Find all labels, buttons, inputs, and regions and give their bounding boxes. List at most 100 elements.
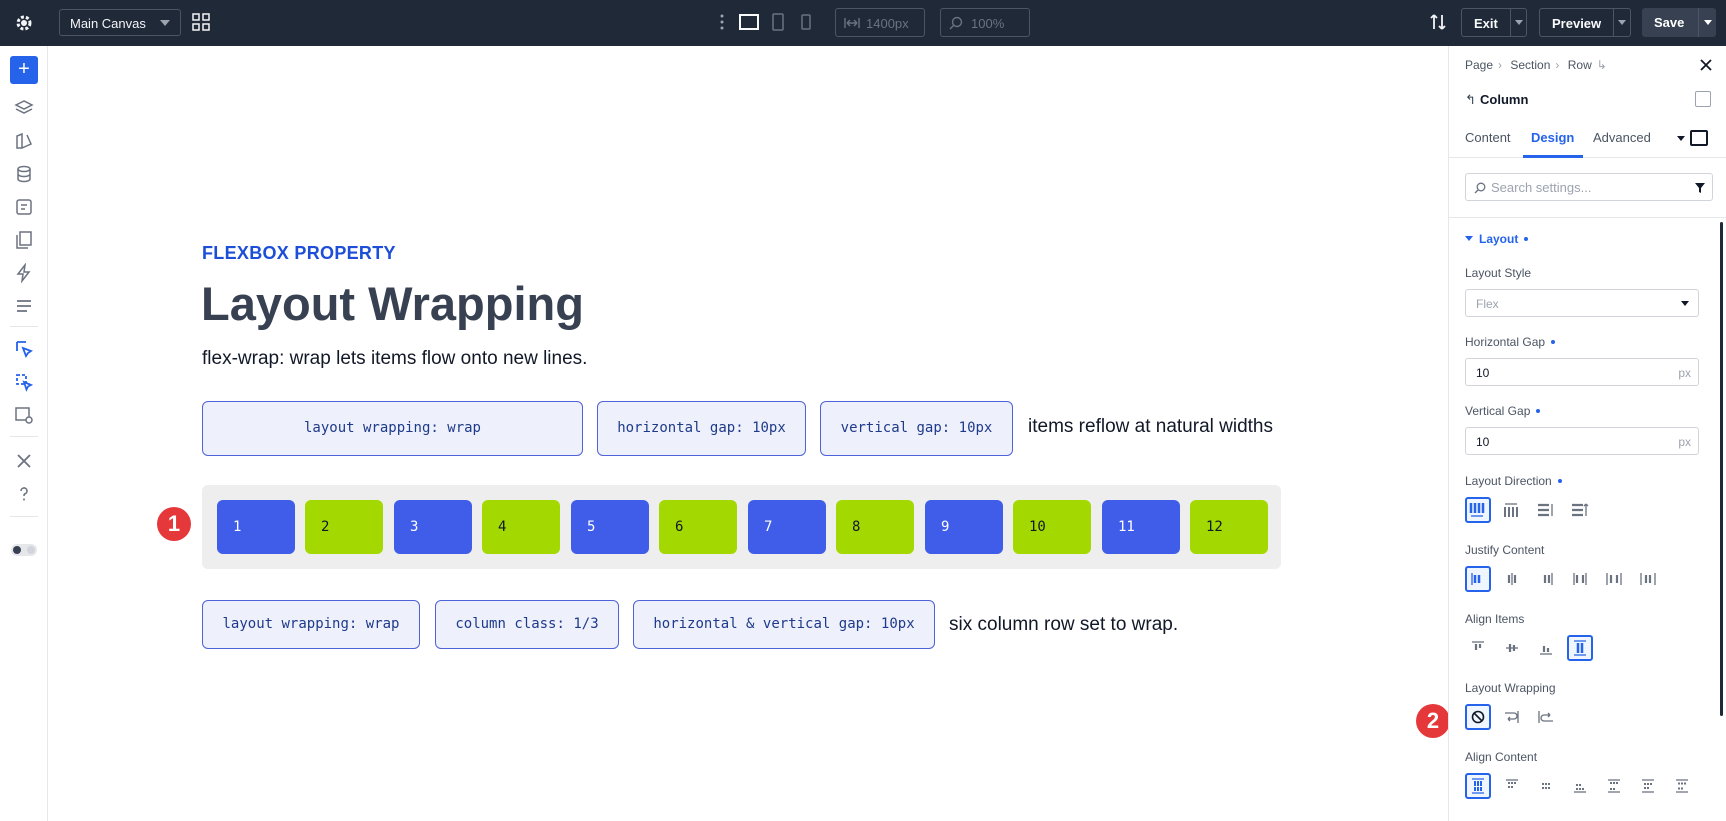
list-icon[interactable] <box>14 296 34 316</box>
help-icon[interactable] <box>14 484 34 504</box>
design-library-icon[interactable] <box>14 131 34 151</box>
layout-style-select[interactable]: Flex <box>1465 289 1699 317</box>
more-vertical-icon[interactable] <box>718 12 726 32</box>
preview-dropdown-icon[interactable] <box>1618 20 1626 25</box>
preview-button-label: Preview <box>1552 16 1602 31</box>
desktop-icon[interactable] <box>738 12 760 32</box>
flex-row-reverse-icon <box>1504 503 1518 517</box>
forms-icon[interactable] <box>14 197 34 217</box>
demo-item[interactable]: 3 <box>394 500 472 554</box>
demo-item[interactable]: 11 <box>1102 500 1180 554</box>
align-content-space-evenly-option[interactable] <box>1669 773 1695 799</box>
justify-space-between-option[interactable] <box>1567 566 1593 592</box>
chevron-down-icon[interactable] <box>1677 136 1685 141</box>
phone-icon[interactable] <box>795 12 817 32</box>
breadcrumb-row[interactable]: Row <box>1568 58 1592 72</box>
direction-row-option[interactable] <box>1465 497 1491 523</box>
align-content-end-icon <box>1574 784 1586 793</box>
align-content-center-icon <box>1542 783 1550 789</box>
align-content-center-option[interactable] <box>1533 773 1559 799</box>
wrap-option[interactable] <box>1499 704 1525 730</box>
search-settings-input[interactable]: Search settings... <box>1465 173 1713 201</box>
add-element-button[interactable]: + <box>10 56 38 84</box>
preview-button[interactable]: Preview <box>1539 8 1631 37</box>
demo-item[interactable]: 7 <box>748 500 826 554</box>
tag-top-label: horizontal gap: 10px <box>617 420 786 436</box>
save-button[interactable]: Save <box>1642 8 1716 37</box>
lightning-icon[interactable] <box>14 263 34 283</box>
horizontal-gap-input[interactable]: 10 px <box>1465 358 1699 386</box>
zoom-input[interactable]: 100% <box>940 8 1030 37</box>
tab-advanced[interactable]: Advanced <box>1593 130 1651 145</box>
section-kicker: FLEXBOX PROPERTY <box>202 243 396 263</box>
active-tab-indicator <box>1523 155 1583 158</box>
sort-arrows-icon[interactable] <box>1428 12 1448 32</box>
filter-icon[interactable] <box>1694 182 1706 194</box>
select-element-icon[interactable] <box>14 339 34 359</box>
tablet-icon[interactable] <box>767 12 789 32</box>
panel-options-icon[interactable] <box>1695 91 1711 107</box>
demo-item[interactable]: 1 <box>217 500 295 554</box>
exit-dropdown-icon[interactable] <box>1515 20 1523 25</box>
justify-space-evenly-option[interactable] <box>1635 566 1661 592</box>
breadcrumb-page[interactable]: Page <box>1465 58 1493 72</box>
panel-scrollbar[interactable] <box>1720 222 1723 716</box>
templates-icon[interactable] <box>14 405 34 425</box>
demo-item[interactable]: 9 <box>925 500 1003 554</box>
save-dropdown-icon[interactable] <box>1704 20 1712 25</box>
layers-icon[interactable] <box>14 98 34 118</box>
vertical-gap-unit[interactable]: px <box>1678 435 1691 449</box>
justify-start-option[interactable] <box>1465 566 1491 592</box>
close-icon[interactable] <box>1699 58 1713 72</box>
align-content-space-between-option[interactable] <box>1601 773 1627 799</box>
align-stretch-option[interactable] <box>1567 635 1593 661</box>
layout-section-label: Layout <box>1479 232 1519 246</box>
justify-end-icon <box>1543 573 1553 585</box>
select-multiple-icon[interactable] <box>14 372 34 392</box>
canvas-select-value: Main Canvas <box>70 16 146 31</box>
breadcrumb-section[interactable]: Section <box>1510 58 1550 72</box>
layout-section-header[interactable]: Layout <box>1465 232 1529 246</box>
wrap-reverse-option[interactable] <box>1533 704 1559 730</box>
demo-item[interactable]: 8 <box>836 500 914 554</box>
demo-item[interactable]: 4 <box>482 500 560 554</box>
dark-mode-toggle[interactable] <box>11 544 37 556</box>
justify-center-icon <box>1507 573 1517 585</box>
demo-item[interactable]: 10 <box>1013 500 1091 554</box>
tab-content[interactable]: Content <box>1465 130 1511 145</box>
element-title-row: ↰ Column <box>1465 92 1528 108</box>
back-arrow-icon[interactable]: ↰ <box>1465 92 1476 108</box>
canvas-width-input[interactable]: 1400px <box>835 8 925 37</box>
vertical-gap-input[interactable]: 10 px <box>1465 427 1699 455</box>
tab-design[interactable]: Design <box>1531 130 1574 145</box>
database-icon[interactable] <box>14 164 34 184</box>
align-content-start-option[interactable] <box>1499 773 1525 799</box>
tools-icon[interactable] <box>14 451 34 471</box>
align-start-option[interactable] <box>1465 635 1491 661</box>
nowrap-option[interactable] <box>1465 704 1491 730</box>
align-content-end-option[interactable] <box>1567 773 1593 799</box>
demo-item[interactable]: 12 <box>1190 500 1268 554</box>
justify-space-around-option[interactable] <box>1601 566 1627 592</box>
direction-column-reverse-option[interactable] <box>1567 497 1593 523</box>
justify-center-option[interactable] <box>1499 566 1525 592</box>
pages-icon[interactable] <box>14 230 34 250</box>
square-icon[interactable] <box>1690 130 1708 146</box>
direction-column-option[interactable] <box>1533 497 1559 523</box>
demo-item[interactable]: 6 <box>659 500 737 554</box>
demo-item[interactable]: 5 <box>571 500 649 554</box>
exit-button[interactable]: Exit <box>1461 8 1527 37</box>
horizontal-gap-unit[interactable]: px <box>1678 366 1691 380</box>
align-content-space-around-option[interactable] <box>1635 773 1661 799</box>
grid-icon[interactable] <box>191 12 211 32</box>
canvas-select[interactable]: Main Canvas <box>59 9 181 36</box>
layout-style-value: Flex <box>1476 297 1499 311</box>
direction-row-reverse-option[interactable] <box>1499 497 1525 523</box>
align-content-stretch-option[interactable] <box>1465 773 1491 799</box>
align-center-option[interactable] <box>1499 635 1525 661</box>
justify-end-option[interactable] <box>1533 566 1559 592</box>
align-end-option[interactable] <box>1533 635 1559 661</box>
gear-icon[interactable] <box>14 13 34 33</box>
demo-item[interactable]: 2 <box>305 500 383 554</box>
width-arrows-icon <box>844 18 860 28</box>
